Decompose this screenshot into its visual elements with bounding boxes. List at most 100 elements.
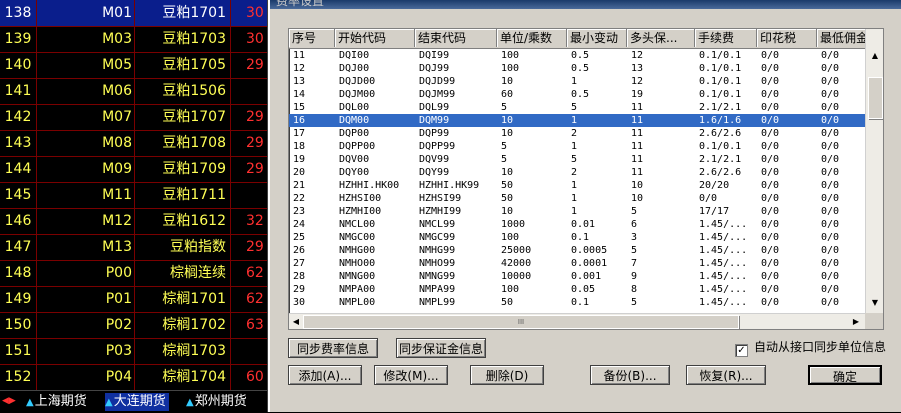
quote-row[interactable]: 149 P01 棕榈1701 62 (0, 286, 272, 313)
cell-seq: 17 (293, 128, 306, 139)
scroll-down-arrow-icon[interactable]: ▼ (866, 295, 883, 311)
column-header-seq[interactable]: 序号 (289, 29, 335, 47)
column-header-fee[interactable]: 手续费 (695, 29, 757, 47)
backup-button[interactable]: 备份(B)... (590, 365, 670, 385)
quote-price: 29 (246, 57, 264, 73)
cell-stamp-tax: 0/0 (761, 193, 780, 204)
cell-fee: 2.6/2.6 (699, 167, 742, 178)
vertical-scrollbar[interactable]: ▲ ▼ (865, 29, 883, 313)
ok-button[interactable]: 确定 (808, 365, 882, 385)
tab-shanghai-futures[interactable]: ▲上海期货 (26, 393, 87, 411)
table-row[interactable]: 20 DQY00 DQY99 10 2 11 2.6/2.6 0/0 0/0 (289, 166, 865, 179)
cell-stamp-tax: 0/0 (761, 102, 780, 113)
cell-end-code: NMGC99 (419, 232, 456, 243)
scroll-right-arrow-icon[interactable]: ▶ (849, 314, 863, 329)
auto-sync-checkbox[interactable]: ✓ 自动从接口同步单位信息 (735, 339, 886, 357)
tab-scroll-arrows-icon[interactable]: ◀▶ (2, 396, 16, 406)
cell-end-code: NMHO99 (419, 258, 456, 269)
cell-min-commission: 0/0 (821, 245, 840, 256)
quote-row[interactable]: 142 M07 豆粕1707 29 (0, 104, 272, 131)
quote-row[interactable]: 146 M12 豆粕1612 32 (0, 208, 272, 235)
column-header-long-margin[interactable]: 多头保... (627, 29, 695, 47)
sync-rate-button[interactable]: 同步费率信息 (288, 338, 378, 358)
cell-stamp-tax: 0/0 (761, 89, 780, 100)
cell-seq: 18 (293, 141, 306, 152)
table-row[interactable]: 25 NMGC00 NMGC99 100 0.1 3 1.45/... 0/0 0/0 (289, 231, 865, 244)
quote-price: 32 (246, 213, 264, 229)
quote-row[interactable]: 145 M11 豆粕1711 (0, 182, 272, 209)
quote-row[interactable]: 151 P03 棕榈1703 (0, 338, 272, 365)
cell-long-margin: 8 (631, 284, 638, 295)
table-row[interactable]: 12 DQJ00 DQJ99 100 0.5 13 0.1/0.1 0/0 0/0 (289, 62, 865, 75)
dialog-title: 费率设置 (276, 0, 325, 8)
quote-seq: 152 (4, 369, 32, 385)
horizontal-scroll-thumb[interactable]: III (303, 315, 739, 329)
cell-unit: 42000 (501, 258, 532, 269)
sync-margin-button[interactable]: 同步保证金信息 (396, 338, 486, 358)
quote-name: 豆粕1701 (162, 5, 226, 21)
table-row[interactable]: 15 DQL00 DQL99 5 5 11 2.1/2.1 0/0 0/0 (289, 101, 865, 114)
cell-long-margin: 11 (631, 154, 644, 165)
column-header-min-tick[interactable]: 最小变动 (567, 29, 627, 47)
table-row[interactable]: 18 DQPP00 DQPP99 5 1 11 0.1/0.1 0/0 0/0 (289, 140, 865, 153)
table-row[interactable]: 30 NMPL00 NMPL99 50 0.1 5 1.45/... 0/0 0/0 (289, 296, 865, 309)
column-header-start-code[interactable]: 开始代码 (335, 29, 415, 47)
delete-button[interactable]: 删除(D) (470, 365, 544, 385)
table-row[interactable]: 14 DQJM00 DQJM99 60 0.5 19 0.1/0.1 0/0 0/0 (289, 88, 865, 101)
table-row[interactable]: 11 DQI00 DQI99 100 0.5 12 0.1/0.1 0/0 0/0 (289, 49, 865, 62)
cell-start-code: DQP00 (339, 128, 370, 139)
cell-min-commission: 0/0 (821, 193, 840, 204)
table-row[interactable]: 19 DQV00 DQV99 5 5 11 2.1/2.1 0/0 0/0 (289, 153, 865, 166)
table-row[interactable]: 22 HZHSI00 HZHSI99 50 1 10 0/0 0/0 0/0 (289, 192, 865, 205)
cell-fee: 1.45/... (699, 219, 748, 230)
table-row[interactable]: 21 HZHHI.HK00 HZHHI.HK99 50 1 10 20/20 0/0 0/0 (289, 179, 865, 192)
horizontal-scrollbar[interactable]: ◀ III ▶ (289, 313, 865, 329)
tab-zhengzhou-futures[interactable]: ▲郑州期货 (186, 393, 247, 411)
triangle-icon: ▲ (186, 397, 194, 408)
quote-row[interactable]: 147 M13 豆粕指数 29 (0, 234, 272, 261)
grid-line (230, 0, 231, 390)
scroll-left-arrow-icon[interactable]: ◀ (289, 314, 303, 329)
quote-row[interactable]: 143 M08 豆粕1708 29 (0, 130, 272, 157)
column-header-unit[interactable]: 单位/乘数 (497, 29, 567, 47)
quote-row[interactable]: 150 P02 棕榈1702 63 (0, 312, 272, 339)
quote-row[interactable]: 140 M05 豆粕1705 29 (0, 52, 272, 79)
add-button[interactable]: 添加(A)... (288, 365, 362, 385)
table-row[interactable]: 16 DQM00 DQM99 10 1 11 1.6/1.6 0/0 0/0 (289, 114, 865, 127)
cell-stamp-tax: 0/0 (761, 63, 780, 74)
quote-price: 60 (246, 369, 264, 385)
cell-unit: 50 (501, 180, 514, 191)
table-row[interactable]: 28 NMNG00 NMNG99 10000 0.001 9 1.45/... 0/0 0/0 (289, 270, 865, 283)
quote-name: 棕榈1701 (162, 291, 226, 307)
cell-fee: 2.1/2.1 (699, 154, 742, 165)
table-row[interactable]: 27 NMHO00 NMHO99 42000 0.0001 7 1.45/... 0/0 0/0 (289, 257, 865, 270)
cell-min-commission: 0/0 (821, 258, 840, 269)
cell-start-code: HZMHI00 (339, 206, 382, 217)
table-row[interactable]: 23 HZMHI00 HZMHI99 10 1 5 17/17 0/0 0/0 (289, 205, 865, 218)
column-header-stamp-tax[interactable]: 印花税 (757, 29, 817, 47)
quote-row[interactable]: 138 M01 豆粕1701 30 (0, 0, 272, 27)
quote-seq: 150 (4, 317, 32, 333)
quote-row[interactable]: 139 M03 豆粕1703 30 (0, 26, 272, 53)
tab-dalian-futures[interactable]: ▲大连期货 (105, 393, 169, 411)
table-row[interactable]: 24 NMCL00 NMCL99 1000 0.01 6 1.45/... 0/0 0/0 (289, 218, 865, 231)
quote-row[interactable]: 148 P00 棕榈连续 62 (0, 260, 272, 287)
scroll-up-arrow-icon[interactable]: ▲ (866, 48, 883, 64)
cell-unit: 5 (501, 102, 508, 113)
cell-min-tick: 1 (571, 206, 578, 217)
edit-button[interactable]: 修改(M)... (374, 365, 448, 385)
table-row[interactable]: 26 NMHG00 NMHG99 25000 0.0005 5 1.45/... 0/0 0/0 (289, 244, 865, 257)
column-header-end-code[interactable]: 结束代码 (415, 29, 497, 47)
dialog-title-bar: 费率设置 (270, 0, 901, 9)
checkbox-check-icon[interactable]: ✓ (735, 344, 748, 357)
restore-button[interactable]: 恢复(R)... (686, 365, 766, 385)
table-row[interactable]: 29 NMPA00 NMPA99 100 0.05 8 1.45/... 0/0 0/0 (289, 283, 865, 296)
cell-start-code: DQJM00 (339, 89, 376, 100)
vertical-scroll-thumb[interactable] (868, 77, 883, 119)
table-row[interactable]: 13 DQJD00 DQJD99 10 1 12 0.1/0.1 0/0 0/0 (289, 75, 865, 88)
quote-row[interactable]: 141 M06 豆粕1506 (0, 78, 272, 105)
quote-row[interactable]: 144 M09 豆粕1709 29 (0, 156, 272, 183)
table-row[interactable]: 17 DQP00 DQP99 10 2 11 2.6/2.6 0/0 0/0 (289, 127, 865, 140)
cell-min-tick: 0.0001 (571, 258, 608, 269)
quote-row[interactable]: 152 P04 棕榈1704 60 (0, 364, 272, 391)
